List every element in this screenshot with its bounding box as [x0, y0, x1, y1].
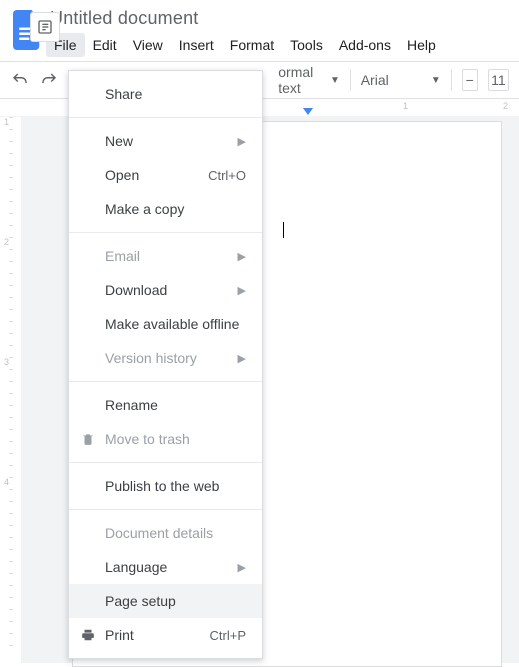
- menu-item-make-copy[interactable]: Make a copy: [69, 192, 262, 226]
- menu-tools[interactable]: Tools: [282, 33, 331, 57]
- menu-item-rename[interactable]: Rename: [69, 388, 262, 422]
- label: Move to trash: [105, 431, 190, 447]
- shortcut: Ctrl+P: [210, 628, 246, 643]
- submenu-arrow-icon: ▶: [238, 250, 246, 263]
- shortcut: Ctrl+O: [208, 168, 246, 183]
- ruler-label: 1: [4, 117, 9, 127]
- redo-button[interactable]: [39, 68, 58, 92]
- menu-item-publish[interactable]: Publish to the web: [69, 469, 262, 503]
- menu-item-trash: Move to trash: [69, 422, 262, 456]
- menu-item-language[interactable]: Language ▶: [69, 550, 262, 584]
- menu-format[interactable]: Format: [222, 33, 282, 57]
- label: Email: [105, 248, 140, 264]
- menu-view[interactable]: View: [125, 33, 171, 57]
- label: Make available offline: [105, 316, 239, 332]
- separator: [69, 117, 262, 118]
- separator: [69, 381, 262, 382]
- menu-item-offline[interactable]: Make available offline: [69, 307, 262, 341]
- menu-item-new[interactable]: New ▶: [69, 124, 262, 158]
- menu-edit[interactable]: Edit: [85, 33, 125, 57]
- submenu-arrow-icon: ▶: [238, 135, 246, 148]
- label: New: [105, 133, 133, 149]
- paragraph-style-label: ormal text: [278, 64, 324, 96]
- font-family-label: Arial: [361, 72, 389, 88]
- menu-item-email: Email ▶: [69, 239, 262, 273]
- caret-down-icon: ▼: [431, 75, 441, 86]
- separator: [350, 69, 351, 91]
- font-family-select[interactable]: Arial ▼: [361, 72, 441, 88]
- ruler-label: 2: [503, 101, 508, 111]
- label: Page setup: [105, 593, 176, 609]
- ruler-label: 1: [403, 101, 408, 111]
- label: Rename: [105, 397, 158, 413]
- menu-item-open[interactable]: Open Ctrl+O: [69, 158, 262, 192]
- label: Share: [105, 86, 142, 102]
- undo-button[interactable]: [10, 68, 29, 92]
- menu-item-version-history: Version history ▶: [69, 341, 262, 375]
- submenu-arrow-icon: ▶: [238, 561, 246, 574]
- menu-insert[interactable]: Insert: [171, 33, 222, 57]
- label: Download: [105, 282, 167, 298]
- label: Open: [105, 167, 139, 183]
- menu-item-download[interactable]: Download ▶: [69, 273, 262, 307]
- separator: [69, 462, 262, 463]
- label: Language: [105, 559, 167, 575]
- menu-item-document-details: Document details: [69, 516, 262, 550]
- print-icon: [79, 626, 97, 644]
- menu-item-page-setup[interactable]: Page setup: [69, 584, 262, 618]
- label: Publish to the web: [105, 478, 219, 494]
- submenu-arrow-icon: ▶: [238, 352, 246, 365]
- trash-icon: [79, 430, 97, 448]
- submenu-arrow-icon: ▶: [238, 284, 246, 297]
- font-size-input[interactable]: 11: [488, 69, 509, 91]
- text-cursor: [283, 222, 284, 238]
- separator: [69, 509, 262, 510]
- label: Print: [105, 627, 134, 643]
- font-size-decrease-button[interactable]: −: [462, 69, 478, 91]
- indent-marker-icon[interactable]: [303, 108, 313, 115]
- label: Version history: [105, 350, 197, 366]
- caret-down-icon: ▼: [330, 75, 340, 86]
- menu-item-print[interactable]: Print Ctrl+P: [69, 618, 262, 652]
- ruler-label: 4: [4, 477, 9, 487]
- menu-item-share[interactable]: Share: [69, 77, 262, 111]
- ruler-label: 2: [4, 237, 9, 247]
- separator: [451, 69, 452, 91]
- menu-bar: File Edit View Insert Format Tools Add-o…: [46, 31, 444, 57]
- document-outline-button[interactable]: [30, 12, 60, 42]
- vertical-ruler[interactable]: 1 2 3 4: [0, 117, 22, 663]
- document-title[interactable]: Untitled document: [46, 8, 444, 31]
- ruler-label: 3: [4, 357, 9, 367]
- label: Document details: [105, 525, 213, 541]
- menu-addons[interactable]: Add-ons: [331, 33, 399, 57]
- paragraph-style-select[interactable]: ormal text ▼: [278, 64, 340, 96]
- label: Make a copy: [105, 201, 184, 217]
- separator: [69, 232, 262, 233]
- file-menu-dropdown: Share New ▶ Open Ctrl+O Make a copy Email ▶…: [68, 70, 263, 659]
- menu-help[interactable]: Help: [399, 33, 444, 57]
